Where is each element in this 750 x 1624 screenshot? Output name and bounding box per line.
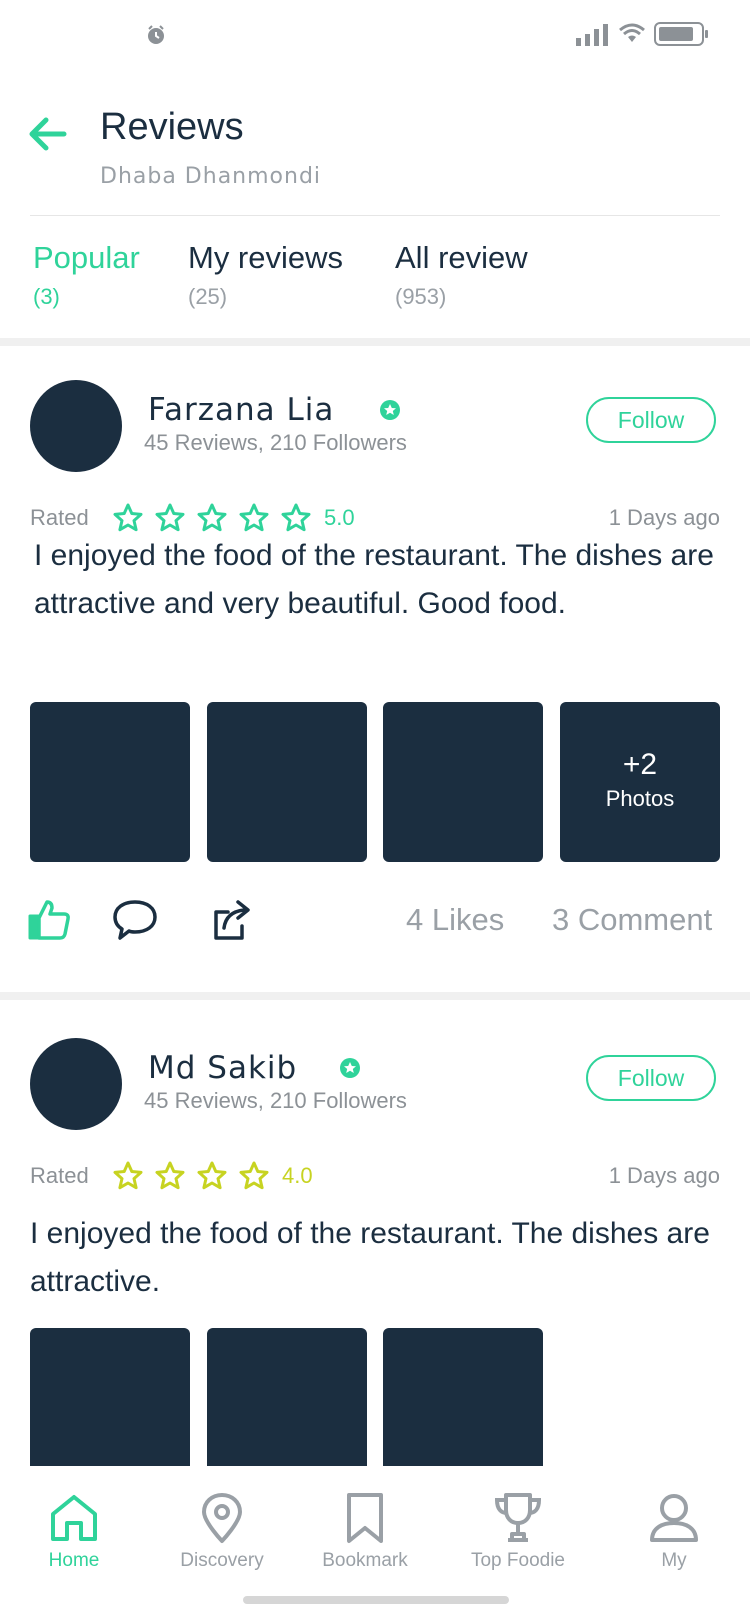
nav-label: Home [48,1550,100,1571]
follow-button[interactable]: Follow [586,397,716,443]
tab-my-reviews[interactable]: My reviews (25) [188,240,343,310]
review-photo[interactable] [383,1328,543,1468]
review-photo[interactable] [30,1328,190,1468]
tab-count: (3) [33,284,60,309]
tab-label: All review [395,240,528,275]
status-bar [0,0,750,70]
star-icon [239,1161,269,1190]
share-icon[interactable] [210,898,254,942]
signal-icon [576,24,608,46]
comments-count[interactable]: 3 Comment [552,902,712,938]
rated-label: Rated [30,1163,89,1188]
star-icon [113,1161,143,1190]
tab-label: My reviews [188,240,344,275]
page-title: Reviews [100,106,244,148]
divider [30,215,720,216]
star-icon [281,503,311,532]
star-icon [197,1161,227,1190]
nav-my[interactable]: My [604,1492,744,1572]
nav-label: Top Foodie [470,1550,565,1571]
tab-popular[interactable]: Popular (3) [33,240,140,310]
user-icon [650,1494,698,1542]
avatar[interactable] [30,380,122,472]
more-photos-label: Photos [605,786,675,811]
rating-score: 5.0 [324,505,355,530]
review-time: 1 Days ago [608,1163,720,1188]
review-photo[interactable] [207,702,367,862]
section-divider [0,338,750,346]
reviewer-name[interactable]: Farzana Lia [148,392,334,428]
tab-all-review[interactable]: All review (953) [395,240,528,310]
star-rating: 5.0 [112,502,355,534]
home-indicator[interactable] [243,1596,509,1604]
back-arrow-icon[interactable] [26,112,70,156]
reviewer-name[interactable]: Md Sakib [148,1050,297,1086]
comment-bubble-icon[interactable] [112,898,158,942]
tab-label: Popular [33,240,140,275]
nav-bookmark[interactable]: Bookmark [295,1492,435,1572]
wifi-icon [619,23,645,42]
avatar[interactable] [30,1038,122,1130]
nav-discovery[interactable]: Discovery [152,1492,292,1572]
more-photos-button[interactable]: +2 Photos [560,702,720,862]
verified-badge-icon [340,1058,360,1078]
bookmark-icon [347,1493,383,1543]
alarm-icon [148,25,164,44]
like-thumb-icon[interactable] [28,898,72,942]
follow-button[interactable]: Follow [586,1055,716,1101]
more-photos-count: +2 [622,748,658,781]
review-text: I enjoyed the food of the restaurant. Th… [30,1217,710,1298]
nav-label: Bookmark [322,1550,408,1571]
review-time: 1 Days ago [608,505,720,530]
reviewer-stats: 45 Reviews, 210 Followers [144,430,407,455]
star-icon [155,503,185,532]
review-photo[interactable] [383,702,543,862]
tab-count: (953) [395,284,447,309]
star-icon [197,503,227,532]
battery-icon [654,22,708,46]
trophy-icon [494,1493,542,1542]
nav-label: Discovery [180,1550,264,1571]
nav-top-foodie[interactable]: Top Foodie [448,1492,588,1572]
verified-badge-icon [380,400,400,420]
star-icon [239,503,269,532]
review-photo[interactable] [207,1328,367,1468]
likes-count[interactable]: 4 Likes [406,902,504,938]
section-divider [0,992,750,1000]
star-icon [113,503,143,532]
reviewer-stats: 45 Reviews, 210 Followers [144,1088,407,1113]
home-icon [51,1495,97,1541]
review-text: I enjoyed the food of the restaurant. Th… [34,539,714,620]
tab-count: (25) [188,284,228,309]
rating-score: 4.0 [282,1163,313,1188]
nav-home[interactable]: Home [4,1492,144,1572]
star-rating: 4.0 [112,1160,313,1192]
rated-label: Rated [30,505,89,530]
nav-label: My [661,1550,687,1571]
review-photo[interactable] [30,702,190,862]
location-pin-icon [202,1493,242,1543]
star-icon [155,1161,185,1190]
restaurant-name: Dhaba Dhanmondi [100,164,322,189]
